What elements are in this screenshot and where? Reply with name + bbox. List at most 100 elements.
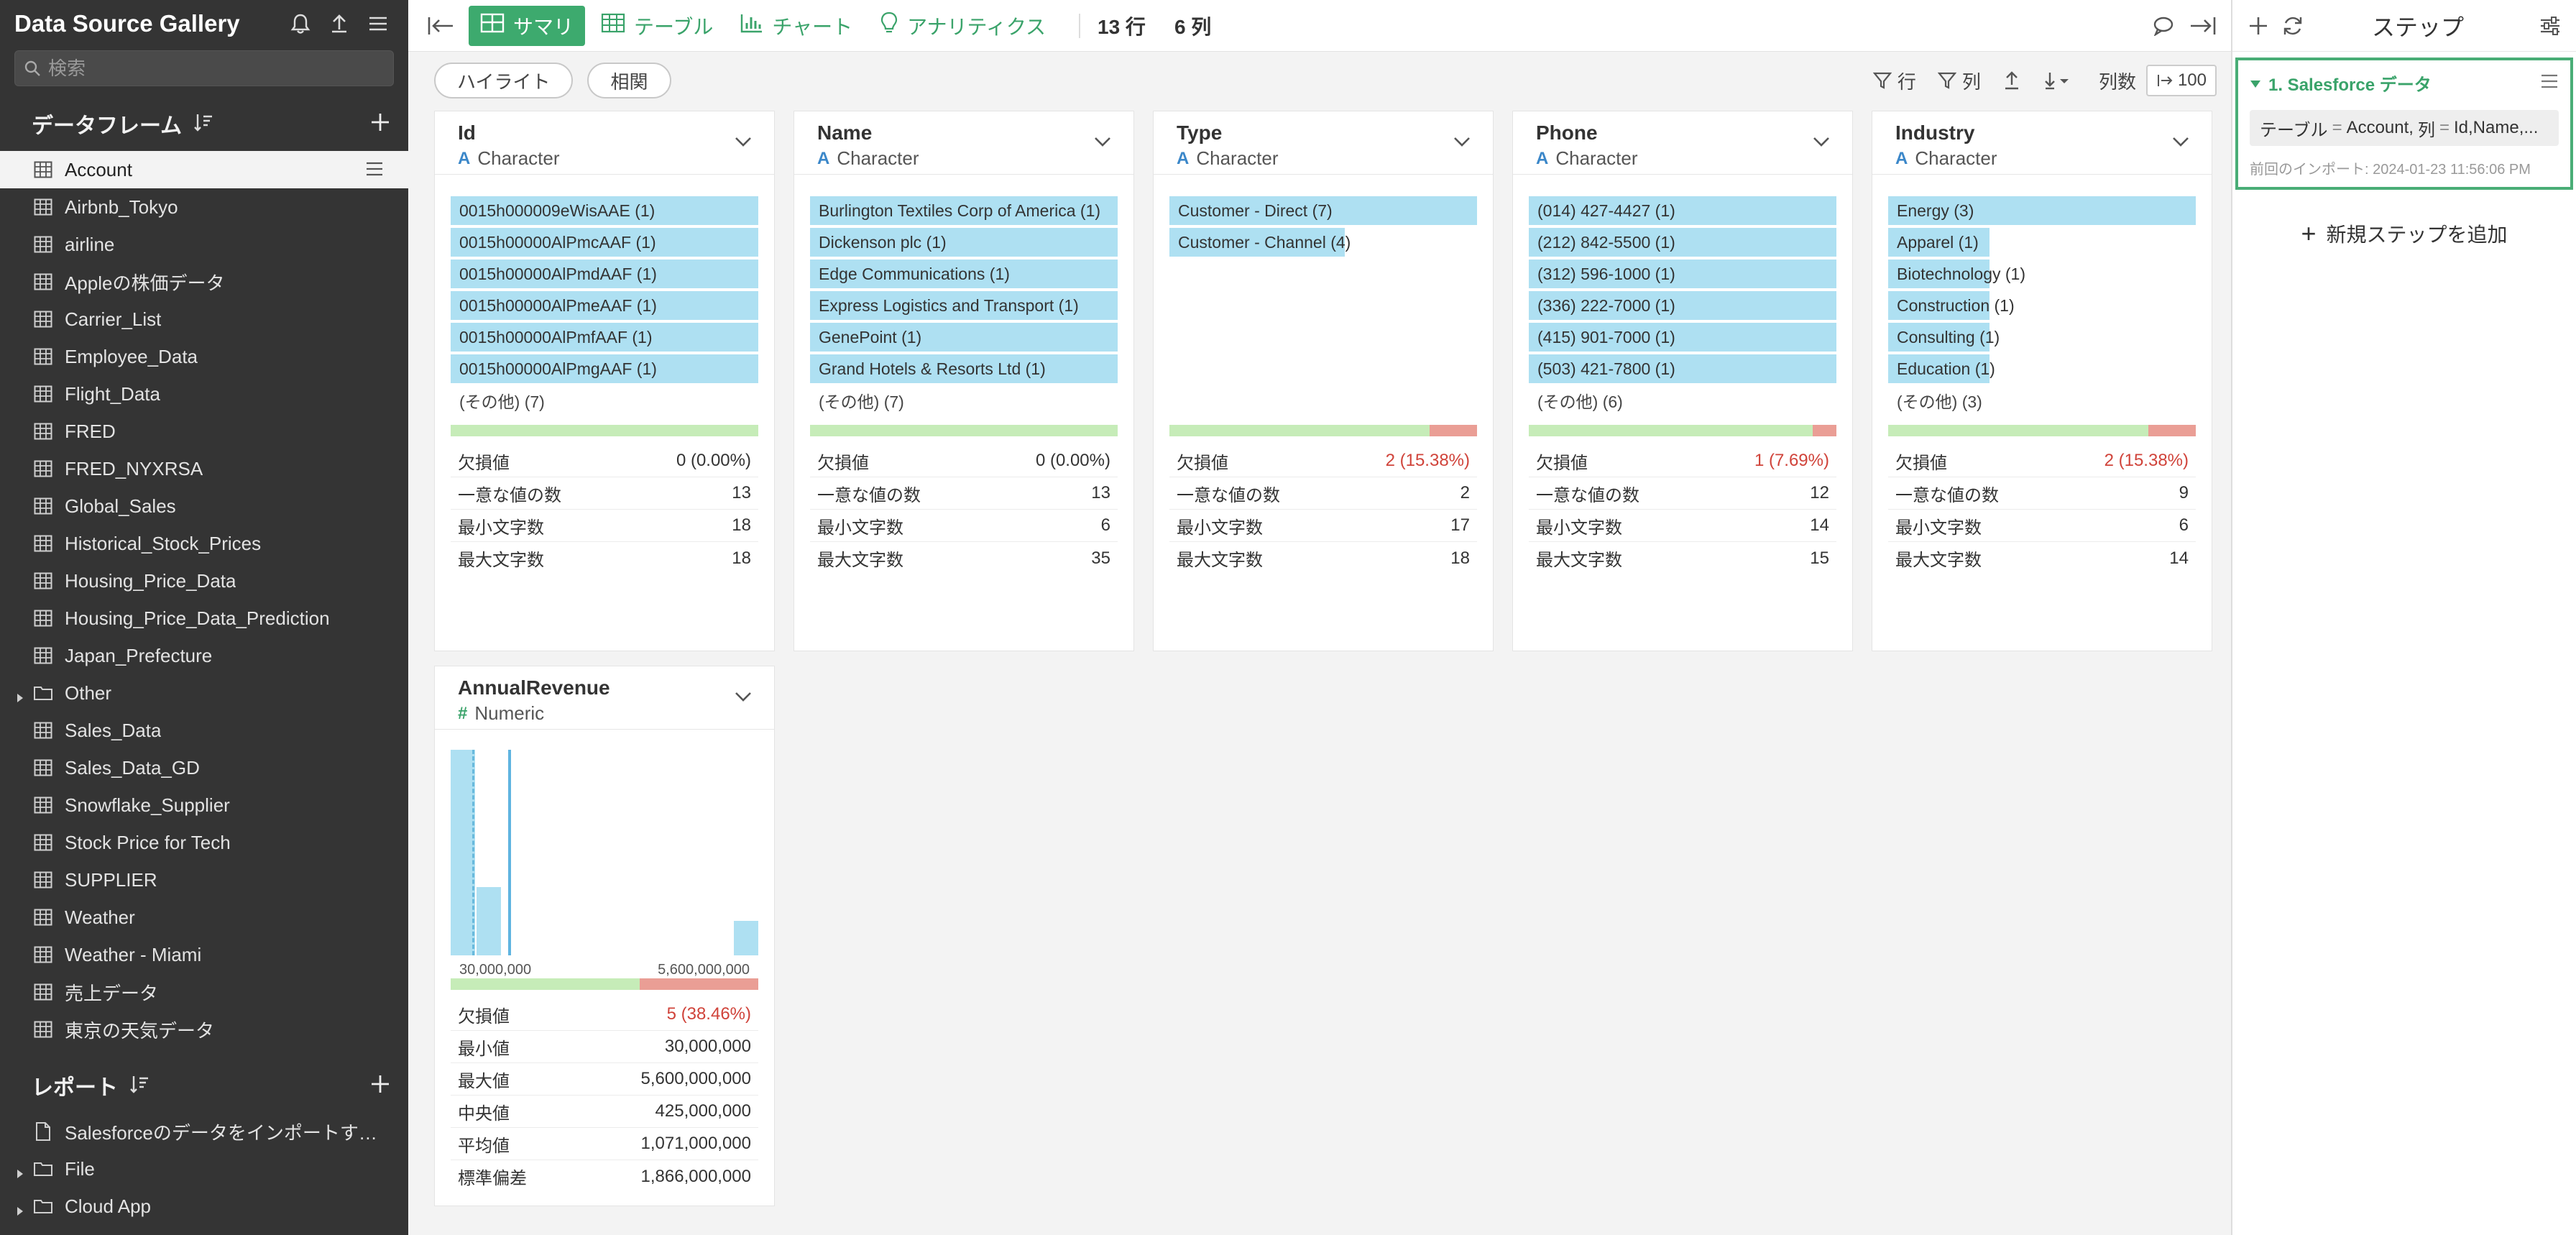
sort-dropdown-icon[interactable] — [2043, 70, 2071, 91]
histogram-bar[interactable] — [734, 921, 758, 955]
tab-bulb[interactable]: アナリティクス — [868, 6, 1057, 46]
correlation-button[interactable]: 相関 — [587, 63, 671, 98]
sidebar-item-airbnb-tokyo[interactable]: Airbnb_Tokyo — [0, 188, 408, 226]
collapse-left-icon[interactable] — [426, 10, 457, 42]
column-name[interactable]: AnnualRevenue — [458, 676, 753, 699]
sidebar-item-weather-miami[interactable]: Weather - Miami — [0, 936, 408, 973]
value-bar[interactable]: Grand Hotels & Resorts Ltd (1) — [810, 354, 1118, 383]
sort-icon[interactable] — [193, 112, 213, 136]
column-count-input[interactable]: 100 — [2145, 65, 2217, 96]
highlight-button[interactable]: ハイライト — [434, 63, 574, 98]
step-parameters[interactable]: テーブル = Account, 列 = Id,Name,... — [2250, 110, 2559, 146]
column-name[interactable]: Name — [817, 121, 1112, 144]
value-bar[interactable]: (336) 222-7000 (1) — [1529, 291, 1836, 320]
caret-right-icon[interactable] — [16, 687, 24, 709]
value-bar[interactable]: (014) 427-4427 (1) — [1529, 196, 1836, 225]
value-bar[interactable]: 0015h00000AlPmgAAF (1) — [451, 354, 758, 383]
step-menu-icon[interactable] — [2540, 73, 2559, 93]
sidebar-item-file[interactable]: File — [0, 1150, 408, 1188]
tab-chart[interactable]: チャート — [729, 6, 864, 46]
sidebar-item-sales-data[interactable]: Sales_Data — [0, 712, 408, 749]
value-bar[interactable]: Apparel (1) — [1888, 228, 2196, 257]
sidebar-item-item[interactable]: 売上データ — [0, 973, 408, 1011]
column-name[interactable]: Phone — [1536, 121, 1831, 144]
chevron-down-icon[interactable] — [1093, 136, 1112, 151]
value-bar[interactable]: Express Logistics and Transport (1) — [810, 291, 1118, 320]
other-values[interactable]: (その他) (6) — [1529, 386, 1836, 415]
value-bar[interactable]: Construction (1) — [1888, 291, 2196, 320]
value-bar[interactable]: 0015h00000AlPmeAAF (1) — [451, 291, 758, 320]
row-filter-button[interactable]: 行 — [1872, 68, 1916, 94]
histogram-bar[interactable] — [451, 750, 475, 955]
sidebar-item-account[interactable]: Account — [0, 151, 408, 188]
sidebar-item-sales-data-gd[interactable]: Sales_Data_GD — [0, 749, 408, 786]
value-bar[interactable]: Customer - Channel (4) — [1169, 228, 1477, 257]
settings-sliders-icon[interactable] — [2534, 10, 2566, 42]
step-card[interactable]: 1. Salesforce データ テーブル = Account, 列 = Id… — [2235, 58, 2573, 190]
add-report-icon[interactable] — [369, 1073, 391, 1098]
caret-right-icon[interactable] — [16, 1162, 24, 1185]
sidebar-item-salesforce[interactable]: Salesforceのデータをインポートす… — [0, 1113, 408, 1150]
sidebar-item-flight-data[interactable]: Flight_Data — [0, 375, 408, 413]
upload-icon[interactable] — [323, 8, 355, 40]
collapse-right-icon[interactable] — [2186, 10, 2218, 42]
sidebar-item-cloud-app[interactable]: Cloud App — [0, 1188, 408, 1225]
tab-summary[interactable]: サマリ — [469, 5, 586, 46]
item-menu-icon[interactable] — [365, 160, 384, 182]
chevron-down-icon[interactable] — [734, 691, 753, 706]
search-input[interactable] — [48, 57, 364, 80]
value-bar[interactable]: (503) 421-7800 (1) — [1529, 354, 1836, 383]
value-bar[interactable]: Burlington Textiles Corp of America (1) — [810, 196, 1118, 225]
chevron-down-icon[interactable] — [734, 136, 753, 151]
value-bar[interactable]: 0015h000009eWisAAE (1) — [451, 196, 758, 225]
sidebar-item-housing-price-data[interactable]: Housing_Price_Data — [0, 562, 408, 600]
other-values[interactable]: (その他) (7) — [810, 386, 1118, 415]
histogram-bar[interactable] — [476, 886, 501, 955]
column-filter-button[interactable]: 列 — [1937, 68, 1981, 94]
add-icon[interactable] — [2242, 10, 2274, 42]
caret-right-icon[interactable] — [16, 1200, 24, 1222]
sidebar-item-airline[interactable]: airline — [0, 226, 408, 263]
sidebar-item-japan-prefecture[interactable]: Japan_Prefecture — [0, 637, 408, 674]
value-bar[interactable]: Education (1) — [1888, 354, 2196, 383]
sidebar-item-snowflake-supplier[interactable]: Snowflake_Supplier — [0, 786, 408, 824]
sidebar-item-carrier-list[interactable]: Carrier_List — [0, 300, 408, 338]
value-bar[interactable]: 0015h00000AlPmdAAF (1) — [451, 260, 758, 288]
other-values[interactable]: (その他) (7) — [451, 386, 758, 415]
sort-icon[interactable] — [129, 1074, 150, 1098]
add-dataframe-icon[interactable] — [369, 111, 391, 137]
sidebar-item-global-sales[interactable]: Global_Sales — [0, 487, 408, 525]
bell-icon[interactable] — [285, 8, 316, 40]
chevron-down-icon[interactable] — [1453, 136, 1471, 151]
value-bar[interactable]: Customer - Direct (7) — [1169, 196, 1477, 225]
value-bar[interactable]: Energy (3) — [1888, 196, 2196, 225]
tab-table[interactable]: テーブル — [589, 6, 724, 46]
value-bar[interactable]: Dickenson plc (1) — [810, 228, 1118, 257]
sidebar-item-housing-price-data-prediction[interactable]: Housing_Price_Data_Prediction — [0, 600, 408, 637]
sidebar-item-historical-stock-prices[interactable]: Historical_Stock_Prices — [0, 525, 408, 562]
sidebar-item-other[interactable]: Other — [0, 674, 408, 712]
sidebar-item-weather[interactable]: Weather — [0, 899, 408, 936]
column-name[interactable]: Id — [458, 121, 753, 144]
sidebar-item-apple[interactable]: Appleの株価データ — [0, 263, 408, 300]
chevron-down-icon[interactable] — [1812, 136, 1831, 151]
value-bar[interactable]: Consulting (1) — [1888, 323, 2196, 352]
other-values[interactable]: (その他) (3) — [1888, 386, 2196, 415]
column-name[interactable]: Industry — [1895, 121, 2190, 144]
value-bar[interactable]: Edge Communications (1) — [810, 260, 1118, 288]
caret-down-icon[interactable] — [2250, 73, 2261, 93]
column-name[interactable]: Type — [1177, 121, 1471, 144]
project-title[interactable]: Data Source Gallery — [14, 10, 277, 37]
export-icon[interactable] — [2002, 70, 2021, 91]
value-bar[interactable]: (212) 842-5500 (1) — [1529, 228, 1836, 257]
sidebar-item-fred-nyxrsa[interactable]: FRED_NYXRSA — [0, 450, 408, 487]
value-bar[interactable]: (312) 596-1000 (1) — [1529, 260, 1836, 288]
refresh-icon[interactable] — [2277, 10, 2309, 42]
sidebar-item-employee-data[interactable]: Employee_Data — [0, 338, 408, 375]
sidebar-item-item[interactable]: 東京の天気データ — [0, 1011, 408, 1048]
chevron-down-icon[interactable] — [2171, 136, 2190, 151]
sidebar-item-fred[interactable]: FRED — [0, 413, 408, 450]
value-bar[interactable]: 0015h00000AlPmcAAF (1) — [451, 228, 758, 257]
value-bar[interactable]: (415) 901-7000 (1) — [1529, 323, 1836, 352]
value-bar[interactable]: GenePoint (1) — [810, 323, 1118, 352]
